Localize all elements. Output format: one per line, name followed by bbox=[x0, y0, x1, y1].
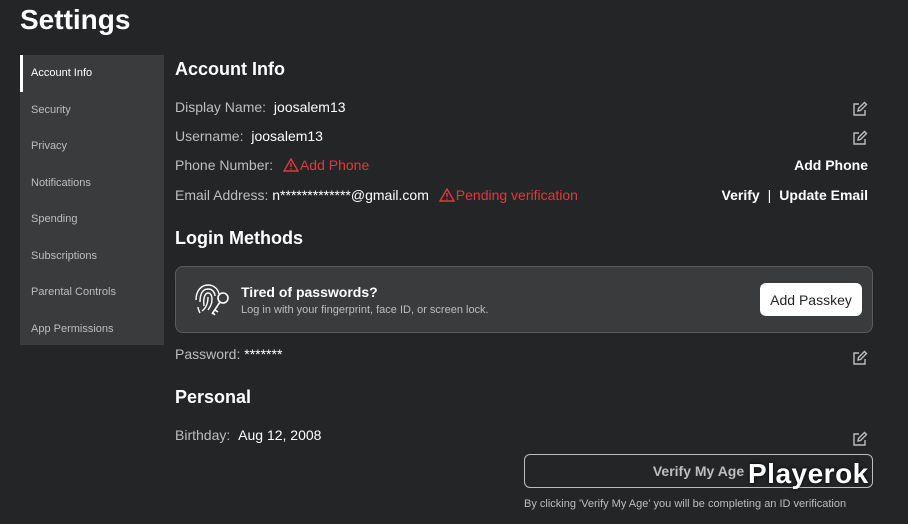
pending-verification-warning: Pending verification bbox=[455, 187, 578, 203]
birthday-label: Birthday: bbox=[175, 427, 231, 443]
verify-email-link[interactable]: Verify bbox=[722, 187, 760, 203]
update-email-link[interactable]: Update Email bbox=[779, 187, 868, 203]
passkey-card: Tired of passwords? Log in with your fin… bbox=[175, 266, 873, 333]
phone-row: Phone Number: Add Phone Add Phone bbox=[175, 157, 868, 177]
sidebar-item-spending[interactable]: Spending bbox=[20, 201, 164, 238]
actions-separator: | bbox=[767, 187, 772, 203]
warning-icon bbox=[282, 158, 299, 172]
display-name-row: Display Name: joosalem13 bbox=[175, 99, 868, 119]
sidebar-item-subscriptions[interactable]: Subscriptions bbox=[20, 238, 164, 275]
username-value: joosalem13 bbox=[251, 128, 323, 144]
password-value: ******* bbox=[244, 346, 283, 362]
password-row: Password: ******* bbox=[175, 346, 868, 366]
email-row: Email Address: n*************@gmail.com … bbox=[175, 187, 868, 207]
username-row: Username: joosalem13 bbox=[175, 128, 868, 148]
display-name-label: Display Name: bbox=[175, 99, 267, 115]
birthday-row: Birthday: Aug 12, 2008 bbox=[175, 427, 868, 447]
username-label: Username: bbox=[175, 128, 244, 144]
add-phone-warning[interactable]: Add Phone bbox=[300, 157, 369, 173]
email-value: n*************@gmail.com bbox=[272, 187, 429, 203]
settings-sidebar: Account Info Security Privacy Notificati… bbox=[20, 55, 164, 345]
passkey-title: Tired of passwords? bbox=[241, 284, 378, 300]
sidebar-item-app-permissions[interactable]: App Permissions bbox=[20, 311, 164, 348]
email-label: Email Address: bbox=[175, 187, 269, 203]
sidebar-item-account-info[interactable]: Account Info bbox=[20, 55, 164, 92]
playerok-watermark: Playerok bbox=[748, 458, 869, 489]
edit-username-icon[interactable] bbox=[852, 130, 868, 146]
sidebar-item-notifications[interactable]: Notifications bbox=[20, 165, 164, 202]
edit-password-icon[interactable] bbox=[852, 350, 868, 366]
page-title: Settings bbox=[20, 4, 131, 35]
passkey-subtitle: Log in with your fingerprint, face ID, o… bbox=[241, 304, 489, 316]
birthday-value: Aug 12, 2008 bbox=[238, 427, 322, 443]
edit-birthday-icon[interactable] bbox=[852, 431, 868, 447]
email-actions: Verify | Update Email bbox=[722, 187, 868, 203]
settings-main: Account Info Display Name: joosalem13 Us… bbox=[175, 0, 875, 524]
verify-age-disclaimer: By clicking 'Verify My Age' you will be … bbox=[524, 498, 847, 510]
sidebar-item-privacy[interactable]: Privacy bbox=[20, 128, 164, 165]
login-methods-title: Login Methods bbox=[175, 228, 303, 248]
phone-label: Phone Number: bbox=[175, 157, 274, 173]
fingerprint-key-icon bbox=[195, 284, 229, 316]
edit-display-name-icon[interactable] bbox=[852, 101, 868, 117]
add-phone-link[interactable]: Add Phone bbox=[794, 157, 868, 173]
display-name-value: joosalem13 bbox=[273, 99, 346, 115]
account-info-title: Account Info bbox=[175, 59, 285, 79]
personal-title: Personal bbox=[175, 387, 252, 407]
sidebar-item-parental-controls[interactable]: Parental Controls bbox=[20, 274, 164, 311]
add-passkey-button[interactable]: Add Passkey bbox=[760, 283, 862, 316]
password-label: Password: bbox=[175, 346, 241, 362]
warning-icon bbox=[438, 188, 455, 202]
sidebar-item-security[interactable]: Security bbox=[20, 92, 164, 129]
